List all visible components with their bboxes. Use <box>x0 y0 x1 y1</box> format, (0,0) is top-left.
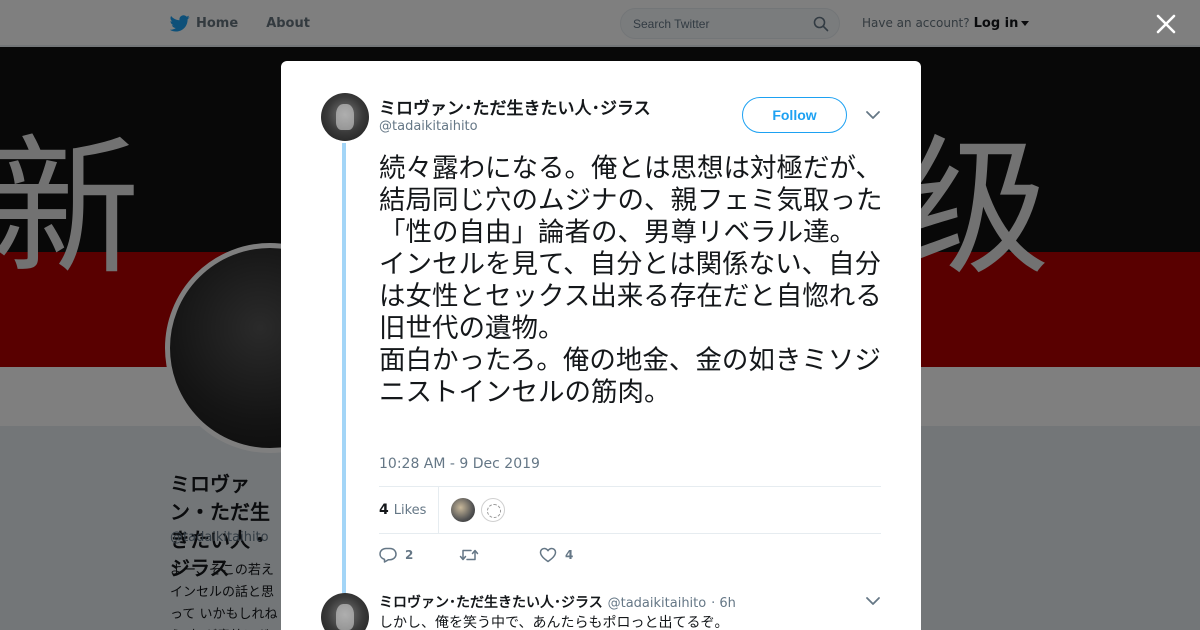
reply-count: 2 <box>405 548 414 562</box>
follow-button[interactable]: Follow <box>742 97 847 133</box>
tweet-author-handle[interactable]: @tadaikitaihito <box>379 119 478 134</box>
retweet-action[interactable] <box>459 547 539 563</box>
reply-author-name: ミロヴァン･ただ生きたい人･ジラス <box>379 595 603 611</box>
thread-line <box>342 143 346 593</box>
reply-age[interactable]: · 6h <box>711 596 736 611</box>
reply-icon <box>379 547 397 563</box>
author-avatar[interactable] <box>321 93 369 141</box>
chevron-down-icon[interactable] <box>865 595 881 607</box>
close-icon[interactable] <box>1152 10 1180 38</box>
reply-header[interactable]: ミロヴァン･ただ生きたい人･ジラス @tadaikitaihito · 6h <box>379 592 736 612</box>
reply-author-avatar[interactable] <box>321 593 369 630</box>
reply-action[interactable]: 2 <box>379 547 459 563</box>
avatar-figure <box>336 104 354 130</box>
tweet-actions: 2 4 <box>379 543 619 567</box>
likes-label: Likes <box>393 502 427 518</box>
reply-author-handle: @tadaikitaihito <box>607 596 707 611</box>
reply-text: しかし、俺を笑う中で、あんたらもポロっと出てるぞ。 <box>379 615 729 630</box>
liker-avatar[interactable] <box>481 498 506 522</box>
chevron-down-icon[interactable] <box>865 109 881 121</box>
avatar-figure <box>336 604 354 630</box>
likes-count: 4 <box>379 502 389 518</box>
tweet-modal: ミロヴァン･ただ生きたい人･ジラス @tadaikitaihito Follow… <box>281 61 921 630</box>
liker-avatar[interactable] <box>451 498 476 522</box>
heart-icon <box>539 547 557 563</box>
tweet-text: 続々露わになる。俺とは思想は対極だが、結局同じ穴のムジナの、親フェミ気取った「性… <box>379 153 883 408</box>
like-action[interactable]: 4 <box>539 547 619 563</box>
retweet-icon <box>459 549 479 561</box>
likes-stat[interactable]: 4 Likes <box>379 486 440 534</box>
like-count: 4 <box>565 548 574 562</box>
tweet-stats: 4 Likes <box>379 486 881 534</box>
tweet-timestamp[interactable]: 10:28 AM - 9 Dec 2019 <box>379 456 540 472</box>
tweet-author-name[interactable]: ミロヴァン･ただ生きたい人･ジラス <box>379 94 651 119</box>
